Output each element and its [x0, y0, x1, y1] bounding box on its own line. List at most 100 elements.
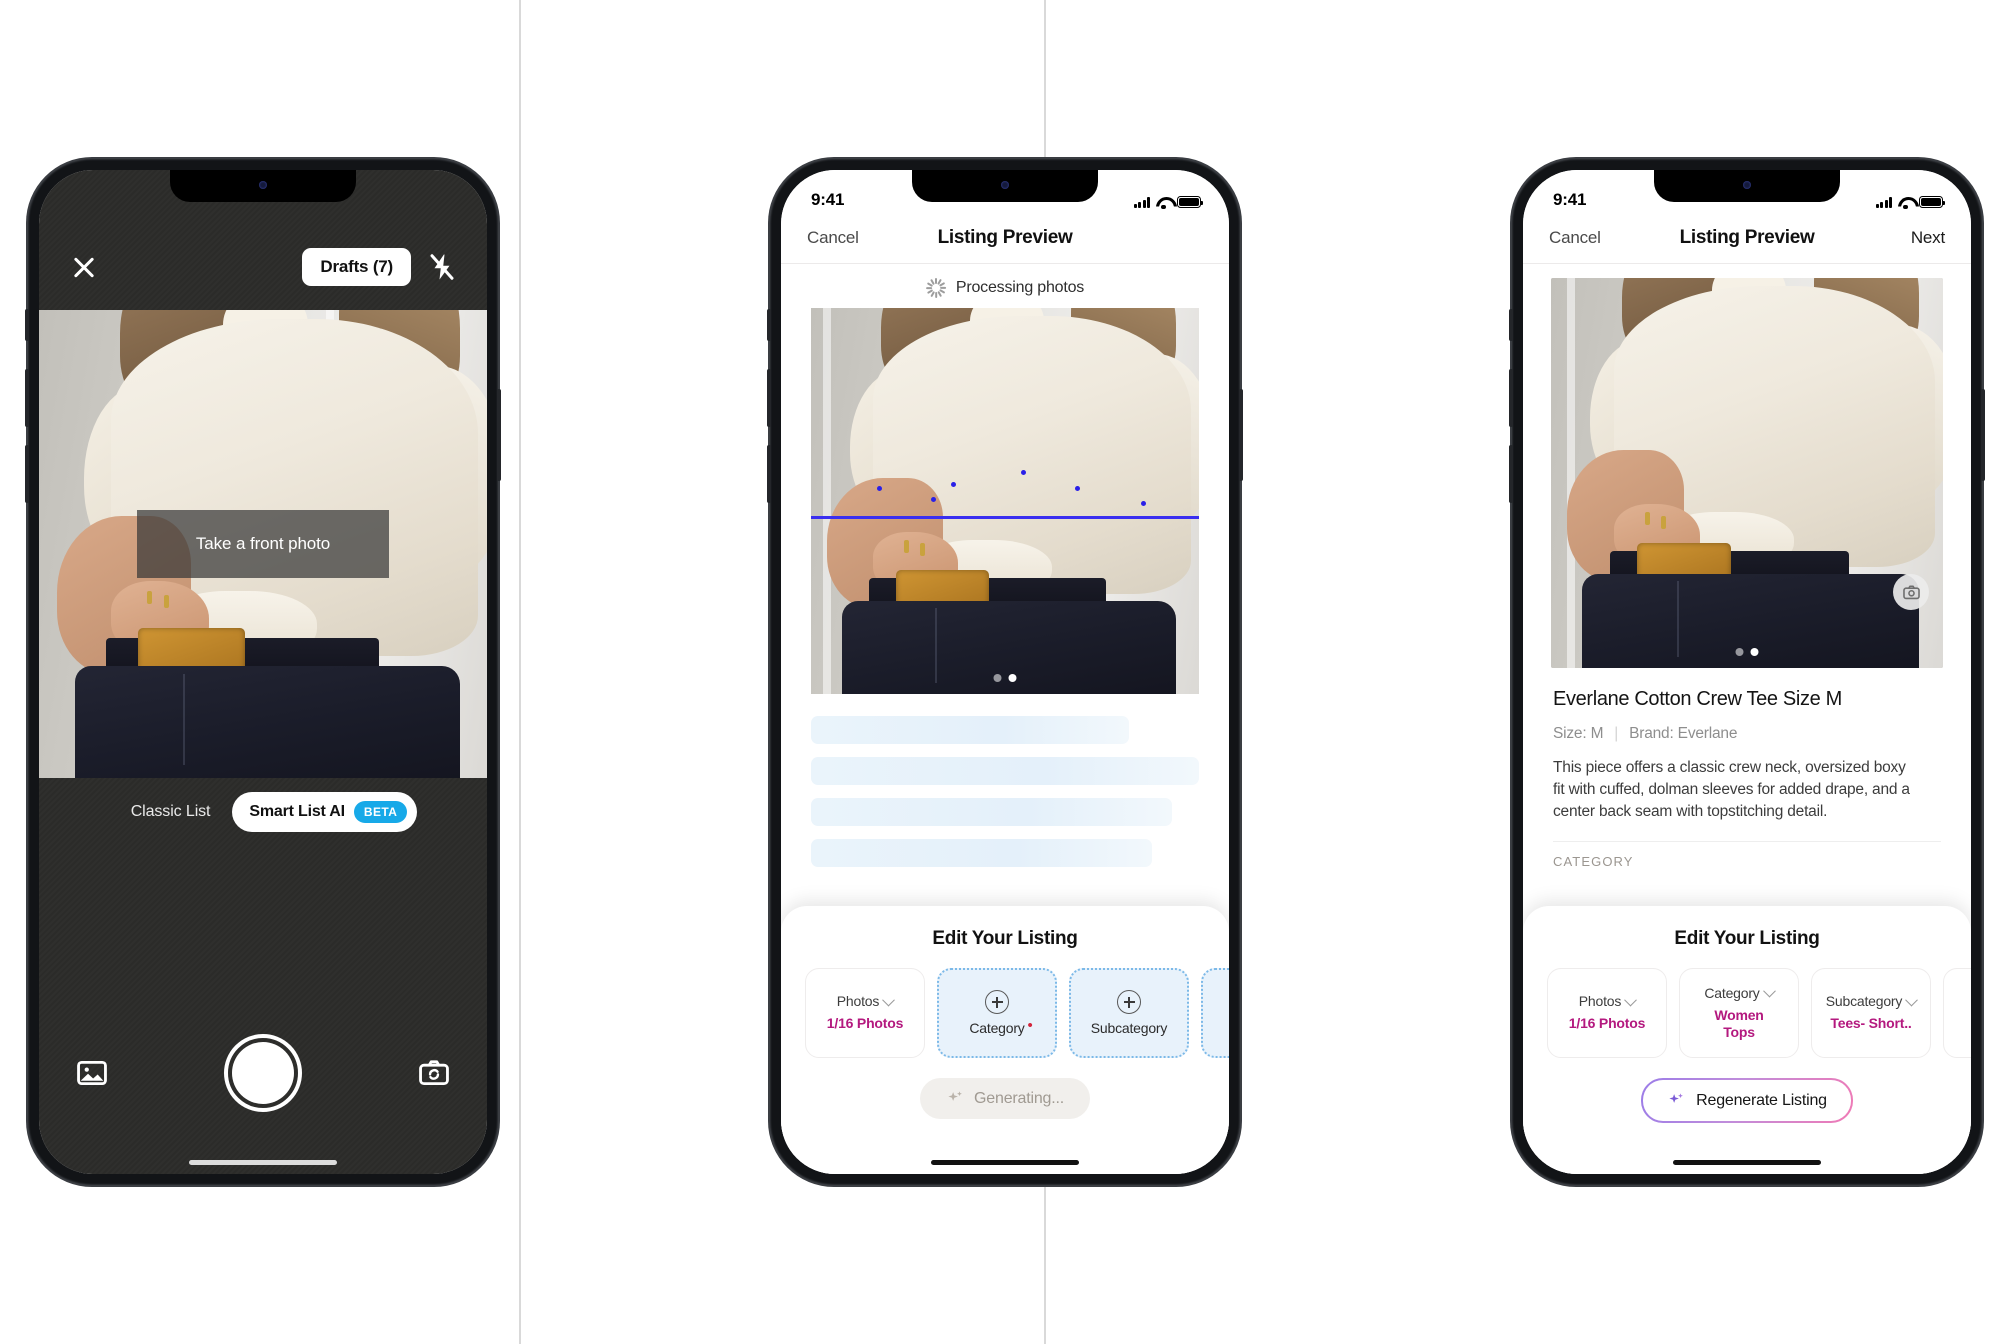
chip-header: Photos	[1578, 993, 1638, 1010]
pagination-dot-active[interactable]	[1008, 674, 1017, 682]
attribute-chip-row[interactable]: Photos 1/16 Photos Category • Subcategor…	[781, 968, 1229, 1058]
pagination-dot[interactable]	[993, 674, 1002, 682]
flash-off-icon[interactable]	[427, 252, 457, 282]
processing-status: Processing photos	[781, 264, 1229, 308]
chip-brand[interactable]: Brand	[1201, 968, 1229, 1058]
chevron-down-icon	[1624, 993, 1638, 1007]
chip-label: Category •	[969, 1017, 1033, 1036]
skeleton-line	[811, 798, 1172, 826]
chip-value: Women Tops	[1714, 1006, 1764, 1041]
next-button[interactable]: Next	[1889, 228, 1945, 248]
chip-label: Subcategory	[1090, 1020, 1168, 1036]
volume-up-button[interactable]	[25, 369, 29, 427]
ai-scan-point	[950, 481, 956, 487]
status-indicators	[1133, 196, 1204, 210]
sparkle-icon	[948, 1091, 962, 1101]
volume-down-button[interactable]	[25, 445, 29, 503]
chip-subcategory[interactable]: Subcategory Tees- Short..	[1811, 968, 1931, 1058]
volume-up-button[interactable]	[1509, 369, 1513, 427]
power-button[interactable]	[1239, 389, 1243, 481]
chip-label: Category	[1704, 984, 1760, 1001]
cancel-button[interactable]: Cancel	[807, 228, 863, 248]
power-button[interactable]	[497, 389, 501, 481]
sheet-cta-row: Regenerate Listing	[1523, 1078, 1971, 1123]
ai-scan-point	[1140, 501, 1146, 506]
mode-smart-list-ai[interactable]: Smart List AI BETA	[232, 792, 418, 832]
wifi-icon	[1156, 197, 1171, 209]
loading-spinner-icon	[925, 278, 946, 298]
ai-scan-point	[1020, 470, 1026, 476]
attribute-chip-row[interactable]: Photos 1/16 Photos Category Women Tops S…	[1523, 968, 1971, 1058]
listing-hero-image[interactable]	[1551, 278, 1943, 668]
silent-switch[interactable]	[25, 309, 29, 341]
listing-hero-image[interactable]	[811, 308, 1199, 694]
chevron-down-icon	[1905, 993, 1919, 1007]
camera-capture-view: Drafts (7) Take a front photo Classic Li…	[39, 170, 487, 1174]
chip-photos[interactable]: Photos 1/16 Photos	[1547, 968, 1667, 1058]
chip-category[interactable]: Category •	[937, 968, 1057, 1058]
camera-icon[interactable]	[1893, 574, 1929, 610]
sparkle-icon	[1669, 1093, 1683, 1103]
section-divider	[1553, 841, 1941, 842]
mode-classic-list[interactable]: Classic List	[109, 793, 233, 831]
chip-category[interactable]: Category Women Tops	[1679, 968, 1799, 1058]
close-icon[interactable]	[69, 252, 99, 282]
silent-switch[interactable]	[767, 309, 771, 341]
mode-smart-label: Smart List AI	[249, 803, 345, 820]
photo-library-icon[interactable]	[75, 1056, 109, 1090]
photo-pagination-dots[interactable]	[1735, 648, 1759, 656]
category-section-label: CATEGORY	[1553, 854, 1634, 869]
volume-up-button[interactable]	[767, 369, 771, 427]
required-indicator: •	[1027, 1017, 1033, 1034]
battery-icon	[1919, 196, 1946, 208]
power-button[interactable]	[1981, 389, 1985, 481]
chip-header: Category	[1704, 984, 1776, 1001]
chip-brand[interactable]: Brand Everlane	[1943, 968, 1971, 1058]
add-plus-icon	[1117, 990, 1141, 1014]
notch	[1654, 170, 1840, 202]
regenerate-listing-button[interactable]: Regenerate Listing	[1641, 1078, 1853, 1123]
chip-photos[interactable]: Photos 1/16 Photos	[805, 968, 925, 1058]
camera-prompt-overlay: Take a front photo	[137, 510, 389, 578]
phone-3-generated-listing: 9:41 Cancel Listing Preview Next Everlan…	[1509, 159, 1985, 1185]
chip-header: Photos	[837, 993, 896, 1009]
chip-label: Photos	[1578, 993, 1622, 1010]
volume-down-button[interactable]	[767, 445, 771, 503]
flip-camera-icon[interactable]	[417, 1056, 451, 1090]
chevron-down-icon	[1762, 984, 1776, 998]
listing-preview-processing: 9:41 Cancel Listing Preview Processing p…	[781, 170, 1229, 1174]
photo-pagination-dots[interactable]	[993, 674, 1017, 682]
status-time: 9:41	[1553, 190, 1587, 209]
ai-scan-point	[876, 485, 882, 491]
generating-label: Generating...	[974, 1089, 1064, 1107]
drafts-button[interactable]: Drafts (7)	[302, 248, 411, 286]
sheet-title: Edit Your Listing	[932, 928, 1078, 949]
camera-viewfinder[interactable]: Take a front photo	[39, 310, 487, 778]
shutter-inner	[232, 1042, 294, 1104]
listing-size: Size: M	[1553, 725, 1604, 742]
volume-down-button[interactable]	[1509, 445, 1513, 503]
phone-2-processing: 9:41 Cancel Listing Preview Processing p…	[767, 159, 1243, 1185]
processing-label: Processing photos	[955, 279, 1085, 296]
status-indicators	[1875, 196, 1946, 210]
cancel-button[interactable]: Cancel	[1549, 228, 1605, 248]
panel-divider-1	[519, 0, 521, 1344]
front-camera-dot	[1001, 181, 1009, 189]
pagination-dot-active[interactable]	[1750, 648, 1759, 656]
regenerate-label: Regenerate Listing	[1696, 1091, 1827, 1109]
camera-controls: Classic List Smart List AI BETA	[39, 778, 487, 1174]
meta-separator: |	[1614, 725, 1619, 742]
silent-switch[interactable]	[1509, 309, 1513, 341]
notch	[170, 170, 356, 202]
pagination-dot[interactable]	[1735, 648, 1744, 656]
phone-1-camera: Drafts (7) Take a front photo Classic Li…	[25, 159, 501, 1185]
listing-description: This piece offers a classic crew neck, o…	[1553, 759, 1910, 820]
beta-badge: BETA	[353, 801, 408, 823]
phone-1-screen: Drafts (7) Take a front photo Classic Li…	[39, 170, 487, 1174]
skeleton-line	[811, 757, 1199, 785]
ai-scan-point	[1074, 485, 1080, 491]
chip-subcategory[interactable]: Subcategory	[1069, 968, 1189, 1058]
shutter-button[interactable]	[224, 1034, 302, 1112]
phone-3-screen: 9:41 Cancel Listing Preview Next Everlan…	[1523, 170, 1971, 1174]
chip-label: Subcategory	[1825, 993, 1903, 1010]
